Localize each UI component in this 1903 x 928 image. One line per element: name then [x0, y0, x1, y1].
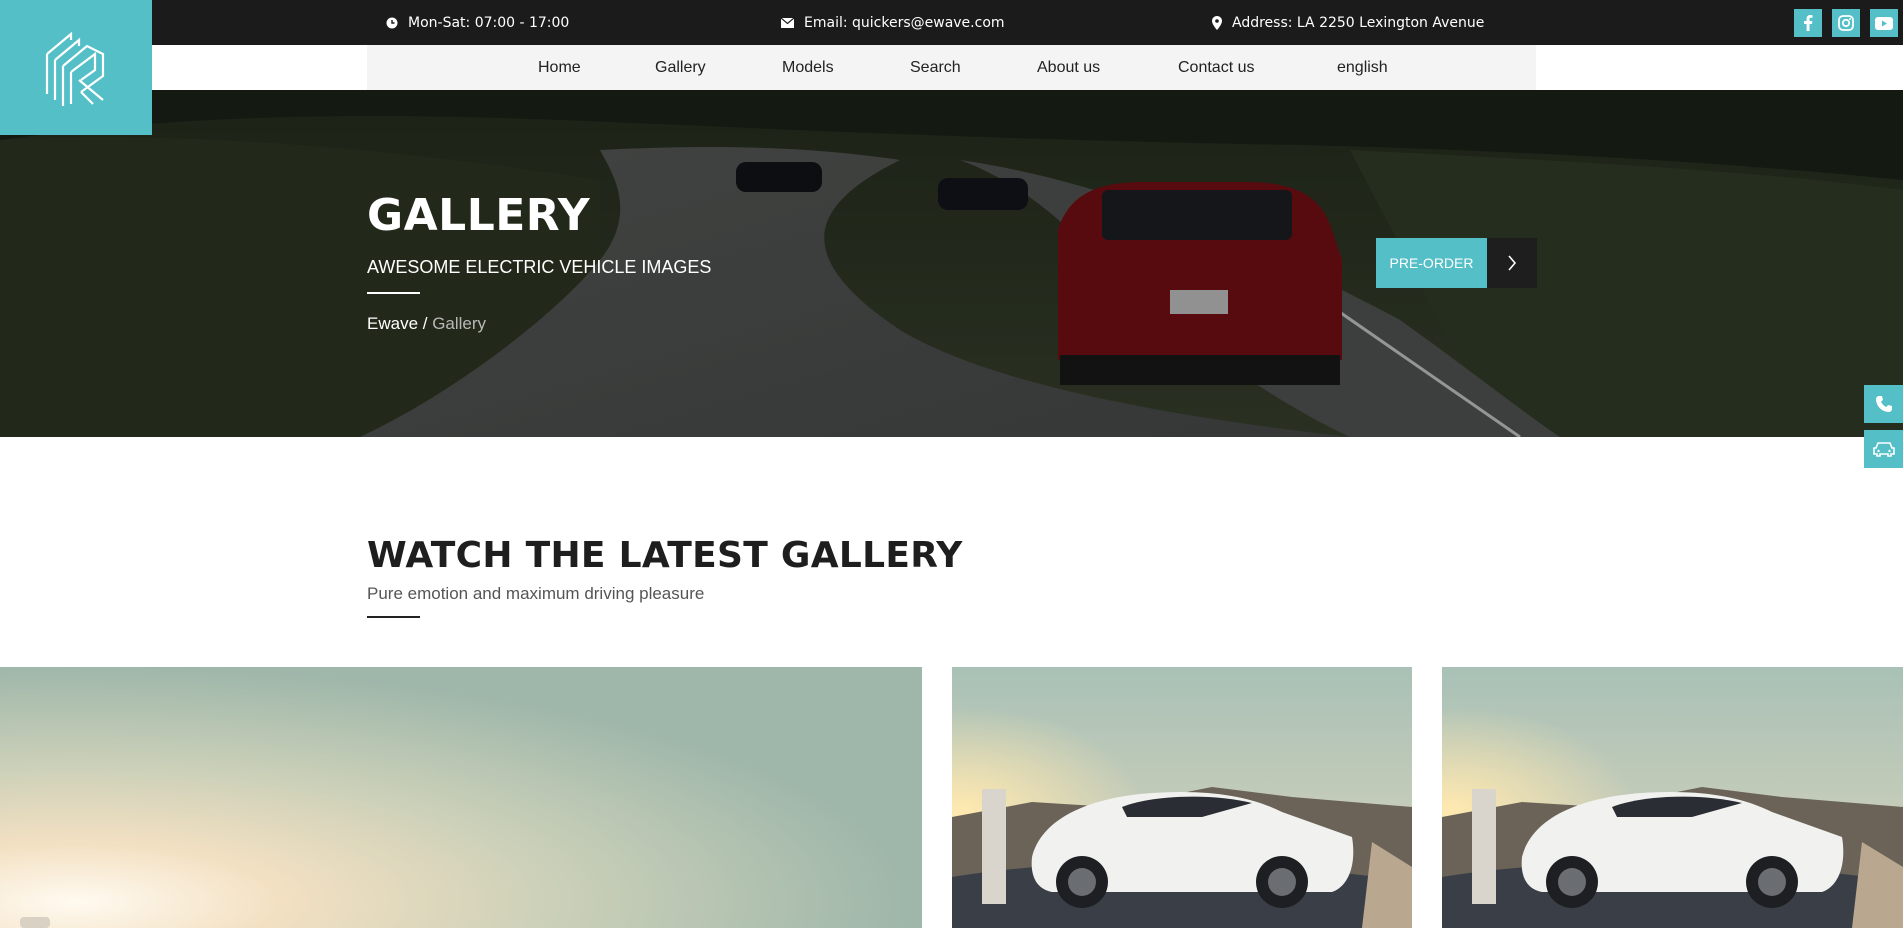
- facebook-icon: [1804, 15, 1813, 31]
- main-nav: Home Gallery Models Search About us Cont…: [367, 45, 1536, 90]
- site-logo[interactable]: [0, 0, 152, 135]
- nav-about-us[interactable]: About us: [1037, 45, 1100, 90]
- preorder-arrow-button[interactable]: [1487, 238, 1537, 288]
- envelope-icon: [781, 17, 794, 28]
- nav-home[interactable]: Home: [538, 45, 581, 90]
- youtube-icon: [1875, 16, 1893, 30]
- email-text[interactable]: Email: quickers@ewave.com: [804, 15, 1005, 31]
- breadcrumb: Ewave / Gallery: [367, 314, 486, 334]
- brand-logo-icon: [45, 31, 105, 106]
- email-info[interactable]: Email: quickers@ewave.com: [781, 0, 1005, 45]
- clock-icon: [386, 17, 398, 28]
- nav-gallery[interactable]: Gallery: [655, 45, 706, 90]
- instagram-icon: [1838, 15, 1854, 31]
- facebook-button[interactable]: [1794, 9, 1822, 37]
- youtube-button[interactable]: [1870, 9, 1898, 37]
- gallery-photo-sunset: [0, 667, 922, 928]
- call-button[interactable]: [1864, 385, 1903, 423]
- gallery-image[interactable]: [952, 667, 1412, 928]
- section-title: WATCH THE LATEST GALLERY: [367, 535, 963, 576]
- title-divider: [367, 292, 420, 294]
- page-title: GALLERY: [367, 190, 591, 241]
- gallery-image[interactable]: [1442, 667, 1903, 928]
- preorder-button[interactable]: PRE-ORDER: [1376, 238, 1487, 288]
- nav-models[interactable]: Models: [782, 45, 834, 90]
- gallery-photo-white-car: [1442, 667, 1903, 928]
- breadcrumb-separator: /: [418, 314, 433, 333]
- hero-overlay: [0, 90, 1903, 437]
- gallery-image[interactable]: [0, 667, 922, 928]
- gallery-photo-white-car: [952, 667, 1412, 928]
- nav-contact-us[interactable]: Contact us: [1178, 45, 1254, 90]
- address-info: Address: LA 2250 Lexington Avenue: [1212, 0, 1484, 45]
- chevron-right-icon: [1508, 255, 1517, 271]
- hours-info: Mon-Sat: 07:00 - 17:00: [386, 0, 569, 45]
- section-subtitle: Pure emotion and maximum driving pleasur…: [367, 584, 705, 603]
- address-text: Address: LA 2250 Lexington Avenue: [1232, 14, 1485, 31]
- breadcrumb-current: Gallery: [432, 314, 487, 333]
- car-icon: [1872, 442, 1895, 457]
- breadcrumb-home[interactable]: Ewave: [367, 314, 418, 333]
- top-bar: Mon-Sat: 07:00 - 17:00 Email: quickers@e…: [0, 0, 1903, 45]
- nav-language[interactable]: english: [1337, 45, 1388, 90]
- page-subtitle: AWESOME ELECTRIC VEHICLE IMAGES: [367, 257, 712, 277]
- instagram-button[interactable]: [1832, 9, 1860, 37]
- phone-icon: [1875, 396, 1892, 412]
- hours-text: Mon-Sat: 07:00 - 17:00: [408, 14, 570, 31]
- map-pin-icon: [1212, 15, 1222, 30]
- section-divider: [367, 616, 420, 618]
- navbar: Home Gallery Models Search About us Cont…: [0, 45, 1903, 90]
- hero-banner: GALLERY AWESOME ELECTRIC VEHICLE IMAGES …: [0, 90, 1903, 437]
- nav-search[interactable]: Search: [910, 45, 961, 90]
- test-drive-button[interactable]: [1864, 430, 1903, 468]
